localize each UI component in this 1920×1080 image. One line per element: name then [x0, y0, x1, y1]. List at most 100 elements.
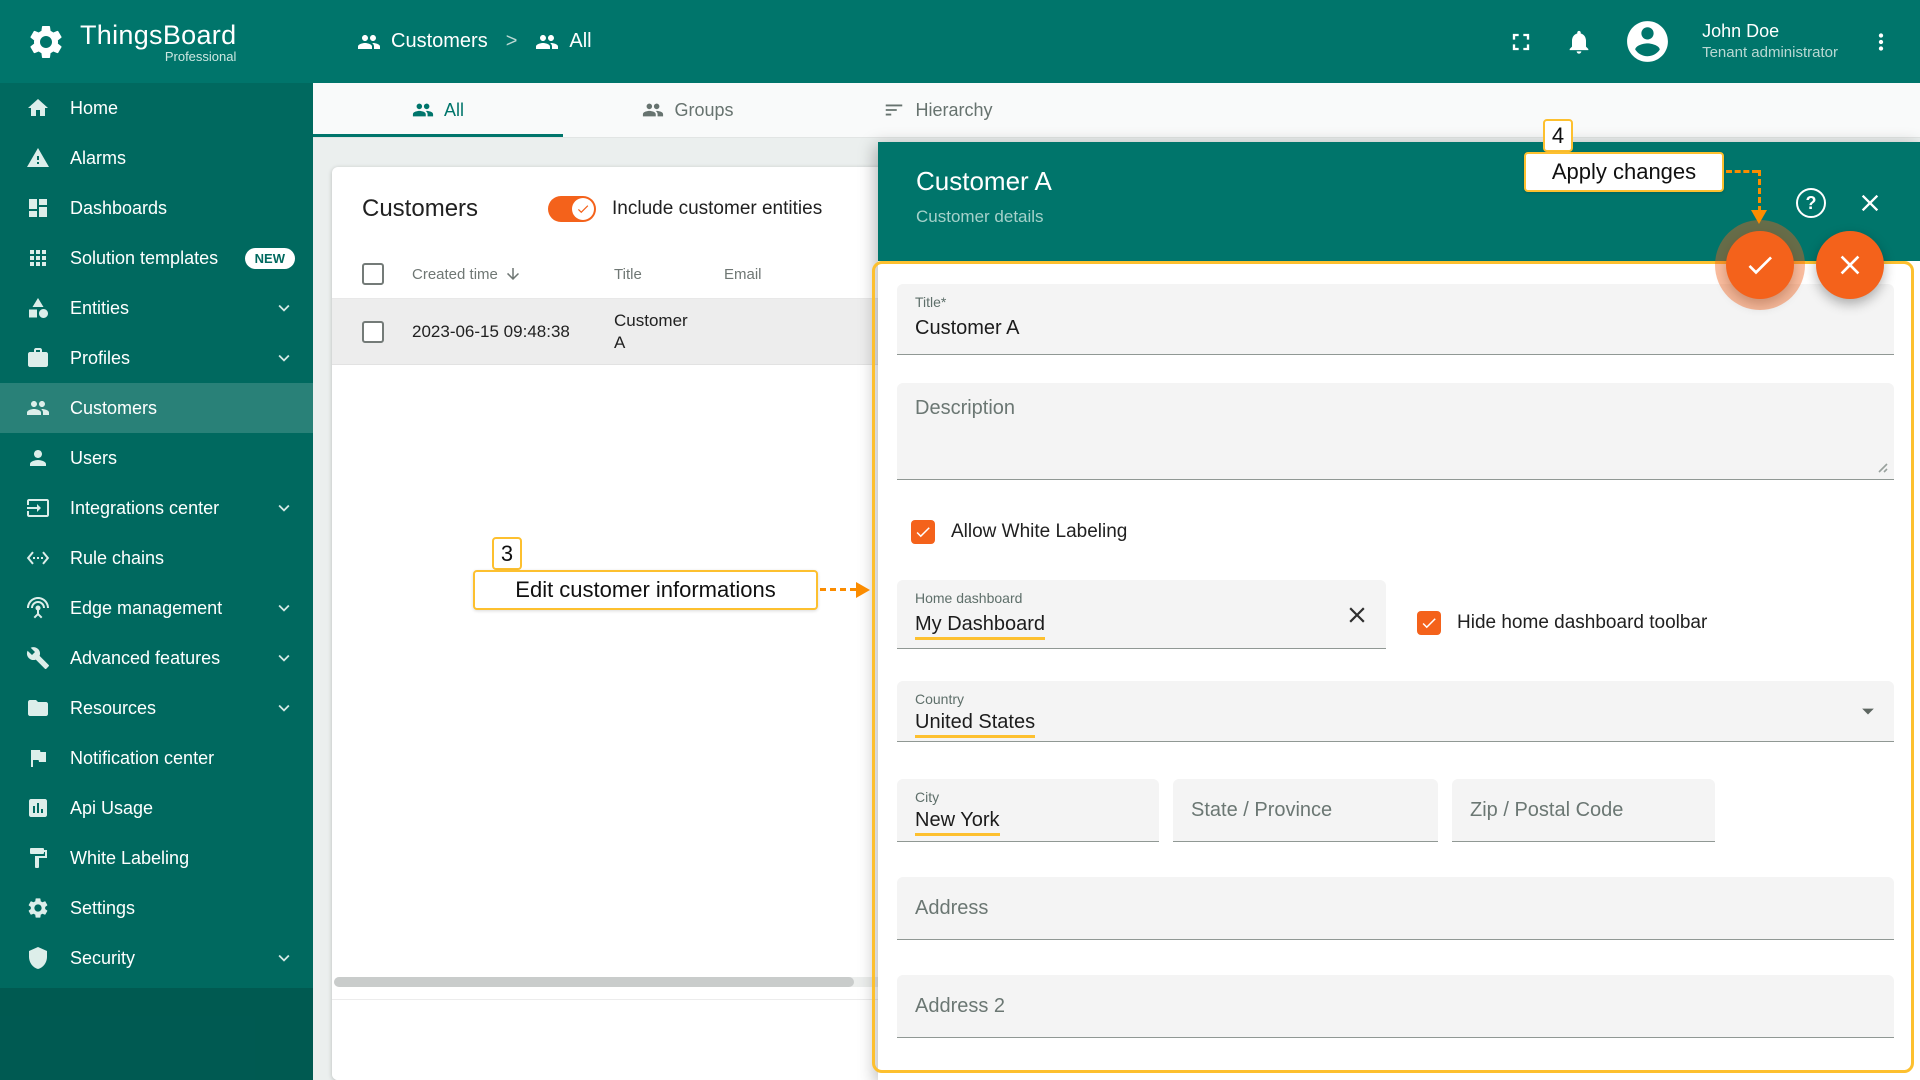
- sidebar-item-label: Security: [70, 947, 136, 968]
- breadcrumb-section[interactable]: Customers: [391, 30, 488, 53]
- overflow-menu-icon[interactable]: [1868, 29, 1894, 55]
- description-field[interactable]: Description: [897, 383, 1894, 480]
- tab-groups[interactable]: Groups: [563, 83, 813, 137]
- annotation-step-3-label: Edit customer informations: [473, 570, 818, 610]
- cancel-changes-button[interactable]: [1816, 231, 1884, 299]
- security-icon: [26, 946, 50, 970]
- sidebar-item-entities[interactable]: Entities: [0, 283, 313, 333]
- sidebar-item-resources[interactable]: Resources: [0, 683, 313, 733]
- country-value: United States: [915, 711, 1036, 738]
- check-icon: [1744, 249, 1776, 281]
- toggle-check-icon: [576, 202, 590, 216]
- tab-groups-label: Groups: [674, 99, 734, 120]
- zip-postal-code-field[interactable]: Zip / Postal Code: [1452, 779, 1715, 842]
- chevron-down-icon: [273, 697, 295, 719]
- sidebar-item-rule-chains[interactable]: Rule chains: [0, 533, 313, 583]
- check-icon: [1420, 614, 1438, 632]
- title-field-value: Customer A: [915, 317, 1020, 339]
- fullscreen-icon[interactable]: [1507, 28, 1535, 56]
- sidebar-item-solution-templates[interactable]: Solution templates NEW: [0, 233, 313, 283]
- description-placeholder: Description: [915, 397, 1016, 419]
- column-title[interactable]: Title: [614, 266, 724, 283]
- home-dashboard-value: My Dashboard: [915, 613, 1046, 640]
- sidebar-item-settings[interactable]: Settings: [0, 883, 313, 933]
- cell-title: Customer A: [614, 311, 688, 352]
- address-field[interactable]: Address: [897, 877, 1894, 940]
- solution-templates-icon: [26, 246, 50, 270]
- help-button[interactable]: ?: [1796, 188, 1826, 218]
- sidebar-item-notification-center[interactable]: Notification center: [0, 733, 313, 783]
- tab-all[interactable]: All: [313, 83, 563, 137]
- sidebar-item-security[interactable]: Security: [0, 933, 313, 983]
- sort-descending-icon[interactable]: [504, 265, 522, 283]
- sidebar-item-label: Advanced features: [70, 647, 221, 668]
- clear-dashboard-button[interactable]: [1344, 602, 1370, 628]
- annotation-step-3-number: 3: [492, 537, 522, 570]
- city-field[interactable]: City New York: [897, 779, 1159, 842]
- state-province-field[interactable]: State / Province: [1173, 779, 1438, 842]
- breadcrumb-separator: >: [505, 30, 518, 52]
- sidebar-item-profiles[interactable]: Profiles: [0, 333, 313, 383]
- column-created-time[interactable]: Created time: [412, 265, 614, 283]
- dropdown-arrow-icon[interactable]: [1854, 697, 1882, 725]
- sidebar-item-customers[interactable]: Customers: [0, 383, 313, 433]
- allow-white-labeling-checkbox[interactable]: Allow White Labeling: [911, 520, 1127, 544]
- toggle-thumb: [572, 197, 595, 220]
- scrollbar-thumb[interactable]: [334, 977, 854, 987]
- rule-chains-icon: [26, 546, 50, 570]
- tab-hierarchy[interactable]: Hierarchy: [813, 83, 1063, 137]
- sidebar-item-alarms[interactable]: Alarms: [0, 133, 313, 183]
- annotation-step-4-number: 4: [1543, 119, 1573, 152]
- include-customer-entities-label: Include customer entities: [612, 197, 823, 219]
- dashboards-icon: [26, 196, 50, 220]
- select-all-checkbox[interactable]: [362, 263, 384, 285]
- sidebar-item-label: Profiles: [70, 347, 131, 368]
- sidebar-item-label: Alarms: [70, 147, 127, 168]
- chevron-down-icon: [273, 497, 295, 519]
- address-placeholder: Address: [915, 896, 989, 919]
- sidebar-item-white-labeling[interactable]: White Labeling: [0, 833, 313, 883]
- sidebar-item-label: Customers: [70, 397, 158, 418]
- include-customer-entities-toggle[interactable]: [548, 195, 597, 222]
- brand-name: ThingsBoard: [80, 19, 237, 50]
- app-root: ThingsBoard Professional Customers > All…: [0, 0, 1920, 1080]
- avatar[interactable]: [1623, 17, 1672, 66]
- notifications-bell-icon[interactable]: [1565, 28, 1593, 56]
- apply-changes-button[interactable]: [1726, 231, 1794, 299]
- hide-home-dashboard-toolbar-checkbox[interactable]: Hide home dashboard toolbar: [1417, 611, 1707, 635]
- settings-icon: [26, 896, 50, 920]
- checkbox-checked: [911, 520, 935, 544]
- home-dashboard-field[interactable]: Home dashboard My Dashboard: [897, 580, 1386, 649]
- address2-field[interactable]: Address 2: [897, 975, 1894, 1038]
- sidebar-item-label: Dashboards: [70, 197, 168, 218]
- country-label: Country: [915, 691, 965, 707]
- sidebar-item-label: Users: [70, 447, 118, 468]
- sidebar-item-label: Notification center: [70, 747, 215, 768]
- all-tab-icon: [412, 99, 434, 121]
- annotation-step-3-connector: [820, 588, 856, 591]
- chevron-down-icon: [273, 647, 295, 669]
- column-email[interactable]: Email: [724, 266, 762, 283]
- checkbox-checked: [1417, 611, 1441, 635]
- drawer-subtitle: Customer details: [916, 207, 1044, 226]
- sidebar-item-api-usage[interactable]: Api Usage: [0, 783, 313, 833]
- check-icon: [914, 523, 932, 541]
- sidebar-item-users[interactable]: Users: [0, 433, 313, 483]
- country-select[interactable]: Country United States: [897, 681, 1894, 742]
- title-field-label: Title*: [915, 294, 947, 310]
- groups-tab-icon: [642, 99, 664, 121]
- sidebar-item-label: Entities: [70, 297, 130, 318]
- user-role: Tenant administrator: [1702, 44, 1838, 62]
- resize-handle-icon[interactable]: [1874, 459, 1888, 473]
- sidebar-item-edge-management[interactable]: Edge management: [0, 583, 313, 633]
- sidebar-item-home[interactable]: Home: [0, 83, 313, 133]
- sidebar-item-advanced-features[interactable]: Advanced features: [0, 633, 313, 683]
- annotation-step-4-label: Apply changes: [1524, 152, 1724, 192]
- row-checkbox[interactable]: [362, 320, 384, 343]
- close-drawer-button[interactable]: [1856, 189, 1884, 217]
- entities-icon: [26, 296, 50, 320]
- all-breadcrumb-icon: [535, 30, 559, 54]
- sidebar-item-integrations-center[interactable]: Integrations center: [0, 483, 313, 533]
- sidebar-item-dashboards[interactable]: Dashboards: [0, 183, 313, 233]
- column-created-time-label: Created time: [412, 265, 498, 283]
